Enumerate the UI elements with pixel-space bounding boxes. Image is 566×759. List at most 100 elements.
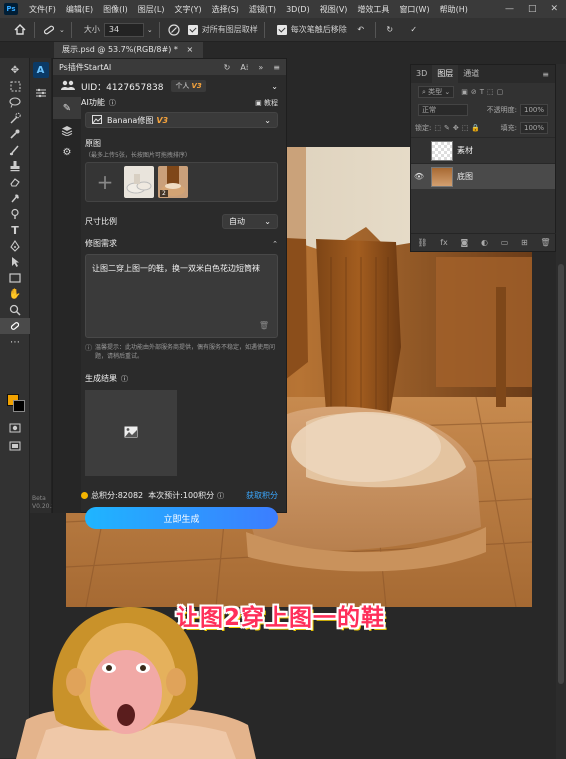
refresh-icon[interactable]: ↻ [382, 22, 398, 38]
opacity-input[interactable]: 100% [519, 104, 548, 116]
gradient-tool-icon[interactable] [0, 190, 30, 206]
maximize-icon[interactable]: □ [528, 4, 537, 14]
user-bar: UID：4127657838 个人 V3 ⌄ [53, 75, 286, 97]
result-image-placeholder[interactable] [85, 390, 177, 476]
layer-row[interactable]: 素材 [411, 137, 555, 163]
spot-healing-tool-icon[interactable] [0, 318, 30, 334]
get-points-link[interactable]: 获取积分 [246, 490, 278, 501]
rectangle-tool-icon[interactable] [0, 270, 30, 286]
collapse-icon[interactable]: » [258, 63, 263, 72]
scrollbar-thumb[interactable] [558, 264, 564, 684]
menu-select[interactable]: 选择(S) [207, 4, 244, 15]
menu-type[interactable]: 文字(Y) [169, 4, 206, 15]
brush-size-input[interactable]: 34 [103, 22, 144, 37]
menu-view[interactable]: 视图(V) [315, 4, 353, 15]
layers-nav-icon[interactable] [53, 119, 81, 141]
new-layer-icon[interactable]: ⊞ [521, 238, 528, 247]
refresh-icon[interactable]: ↻ [224, 63, 231, 72]
eye-icon[interactable]: 👁 [411, 172, 427, 181]
path-selection-tool-icon[interactable] [0, 254, 30, 270]
info-icon[interactable]: ⓘ [109, 98, 116, 108]
ai-icon[interactable]: A⁞ [240, 63, 248, 72]
image-thumb-1[interactable] [124, 166, 154, 198]
generate-button[interactable]: 立即生成 [85, 507, 278, 529]
panel-menu-icon[interactable]: ≡ [542, 70, 555, 79]
eyedropper-tool-icon[interactable] [0, 126, 30, 142]
user-dropdown-icon[interactable]: ⌄ [271, 82, 286, 91]
tab-close-icon[interactable]: × [186, 45, 193, 54]
add-image-icon[interactable]: + [90, 167, 120, 197]
info-icon[interactable]: ⓘ [217, 491, 224, 501]
adjustment-icon[interactable]: ◐ [481, 238, 488, 247]
quick-mask-icon[interactable] [0, 420, 30, 436]
edit-nav-icon[interactable]: ✎ [53, 97, 81, 119]
menu-window[interactable]: 窗口(W) [394, 4, 434, 15]
trash-icon[interactable]: 🗑 [259, 320, 269, 331]
document-tab[interactable]: 展示.psd @ 53.7%(RGB/8#) * × [54, 42, 204, 58]
menu-3d[interactable]: 3D(D) [281, 5, 315, 14]
tab-3d[interactable]: 3D [411, 65, 432, 83]
minimize-icon[interactable]: — [505, 4, 514, 14]
adjustments-icon[interactable] [30, 82, 52, 104]
menu-plugins[interactable]: 增效工具 [352, 4, 394, 15]
info-icon[interactable]: ⓘ [121, 374, 128, 384]
dodge-tool-icon[interactable] [0, 206, 30, 222]
ratio-select[interactable]: 自动 ⌄ [222, 213, 278, 229]
lock-icons[interactable]: ⬚✎✥⬚🔒 [434, 124, 483, 132]
pressure-icon[interactable] [166, 22, 182, 38]
requirement-textarea[interactable]: 让图二穿上图一的鞋，换一双米白色花边短筒袜 🗑 [85, 254, 278, 338]
screen-mode-icon[interactable] [0, 438, 30, 454]
hand-tool-icon[interactable]: ✋ [0, 286, 30, 302]
blend-mode-select[interactable]: 正常 [418, 104, 468, 116]
pen-tool-icon[interactable] [0, 238, 30, 254]
vertical-scrollbar[interactable] [556, 64, 566, 759]
ai-function-header: AI功能 ⓘ ▣ 教程 [81, 97, 286, 108]
clone-stamp-tool-icon[interactable] [0, 158, 30, 174]
remove-after-stroke-checkbox[interactable] [276, 24, 287, 35]
close-icon[interactable]: ✕ [550, 4, 558, 14]
quick-selection-tool-icon[interactable] [0, 110, 30, 126]
link-icon[interactable]: ⛓ [417, 238, 427, 247]
startai-logo-icon[interactable]: A [32, 62, 49, 78]
menu-filter[interactable]: 滤镜(T) [244, 4, 281, 15]
undo-icon[interactable]: ↶ [353, 22, 369, 38]
lasso-tool-icon[interactable] [0, 94, 30, 110]
layer-row[interactable]: 👁 底图 [411, 163, 555, 189]
lock-label: 锁定: [415, 124, 432, 132]
menu-layer[interactable]: 图层(L) [133, 4, 170, 15]
type-tool-icon[interactable]: T [0, 222, 30, 238]
layer-filter-select[interactable]: ⌕ 类型 ⌄ [418, 86, 455, 98]
brush-tool-icon[interactable] [0, 142, 30, 158]
filter-icons[interactable]: ▣⊘T⬚▢ [461, 88, 506, 96]
settings-nav-icon[interactable]: ⚙ [53, 141, 81, 163]
folder-icon[interactable]: ▭ [501, 238, 509, 247]
fx-icon[interactable]: fx [440, 238, 448, 247]
check-icon[interactable]: ✓ [406, 22, 422, 38]
menu-edit[interactable]: 编辑(E) [61, 4, 98, 15]
size-dropdown-icon[interactable]: ⌄ [147, 26, 153, 34]
home-icon[interactable] [12, 22, 28, 38]
tutorial-link[interactable]: ▣ 教程 [255, 98, 278, 108]
ai-model-select[interactable]: Banana修图 V3 ⌄ [85, 112, 278, 128]
spot-healing-brush-icon[interactable] [41, 22, 57, 38]
eraser-tool-icon[interactable] [0, 174, 30, 190]
tab-layers[interactable]: 图层 [432, 65, 459, 83]
menu-icon[interactable]: ≡ [273, 63, 280, 72]
image-thumb-2[interactable]: 2 [158, 166, 188, 198]
chevron-up-icon[interactable]: ⌃ [272, 240, 278, 248]
tab-channels[interactable]: 通道 [458, 65, 484, 83]
marquee-tool-icon[interactable] [0, 78, 30, 94]
brush-preset-dropdown-icon[interactable]: ⌄ [59, 26, 65, 34]
sample-all-layers-checkbox[interactable] [187, 24, 198, 35]
menu-image[interactable]: 图像(I) [98, 4, 133, 15]
mask-icon[interactable]: ◙ [461, 238, 469, 247]
menu-help[interactable]: 帮助(H) [435, 4, 473, 15]
background-color-swatch[interactable] [13, 400, 25, 412]
more-tools-icon[interactable]: ⋯ [0, 334, 30, 350]
trash-icon[interactable]: 🗑 [540, 238, 550, 247]
fill-input[interactable]: 100% [519, 122, 548, 134]
move-tool-icon[interactable]: ✥ [0, 62, 30, 78]
zoom-tool-icon[interactable] [0, 302, 30, 318]
menu-file[interactable]: 文件(F) [24, 4, 61, 15]
startai-plugin-panel: Ps插件StartAI ↻ A⁞ » ≡ UID：4127657838 个人 V3… [52, 58, 287, 529]
